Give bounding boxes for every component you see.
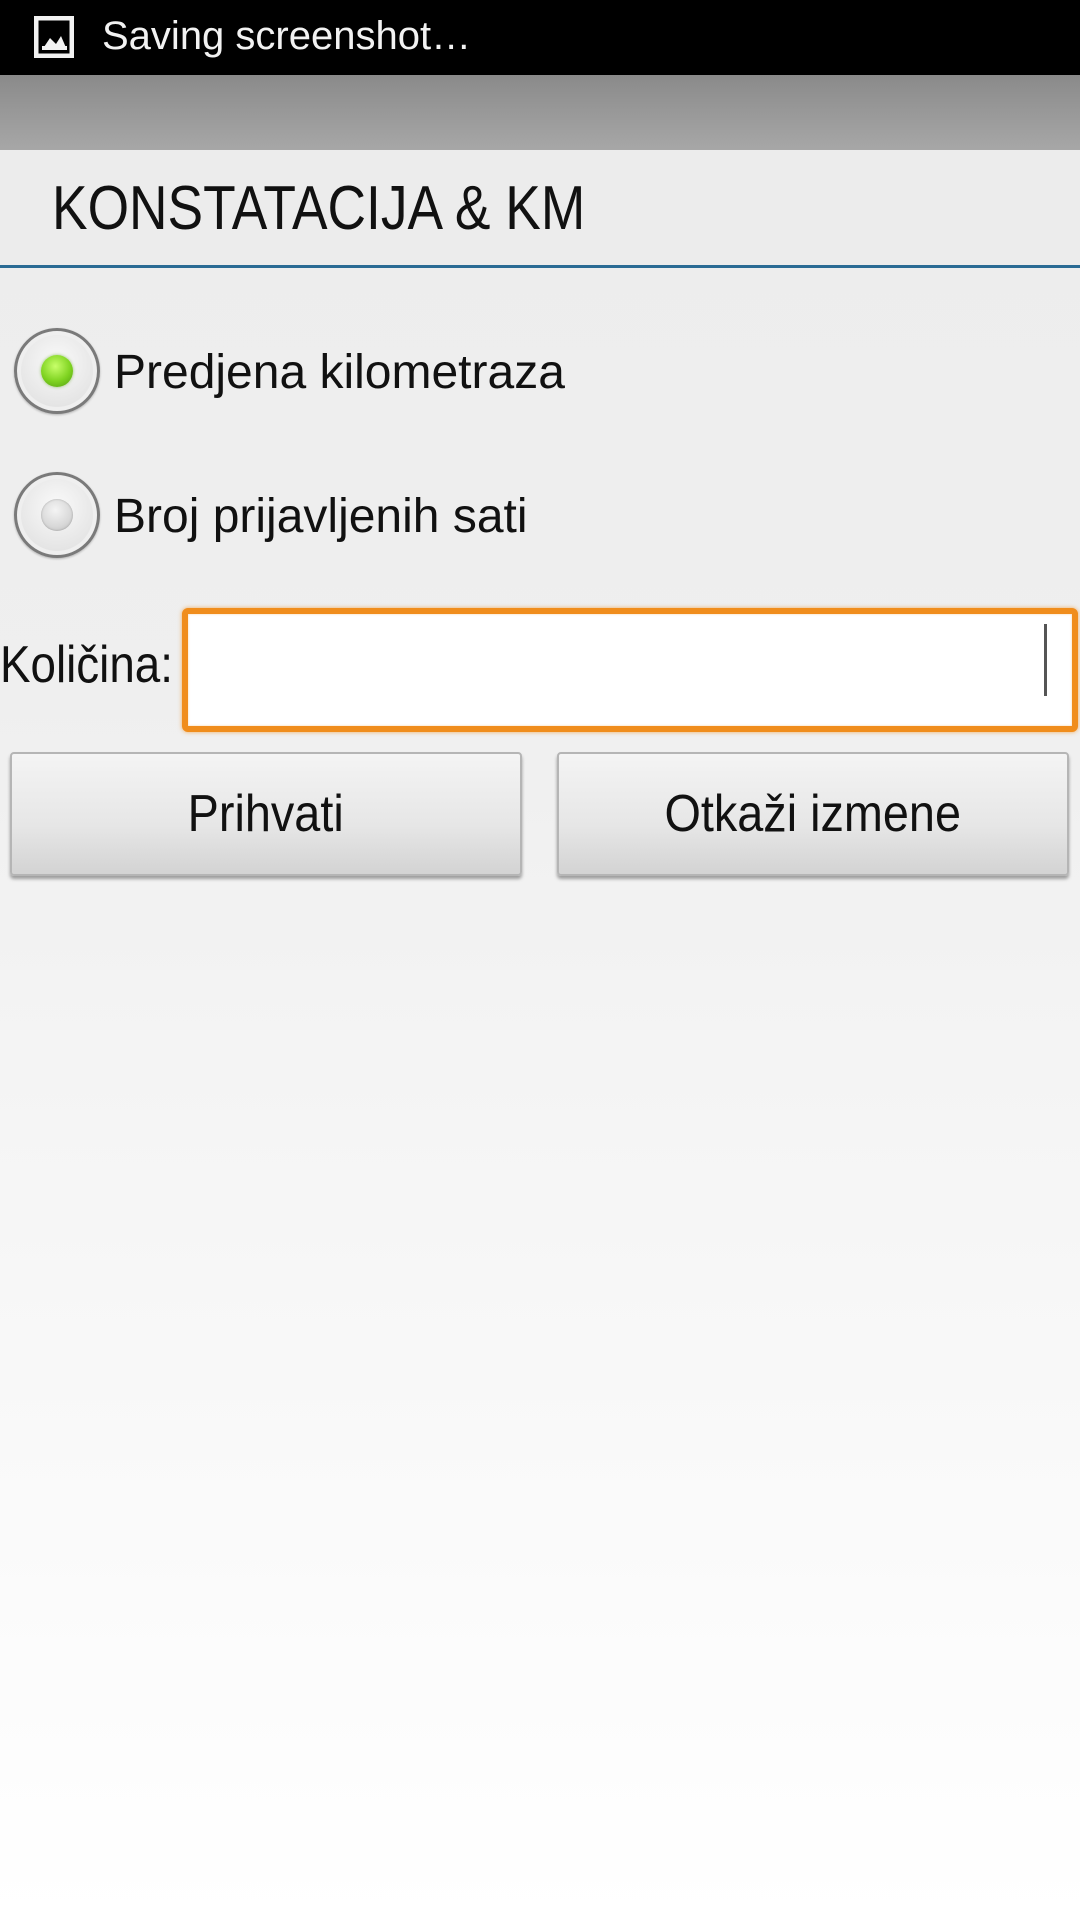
quantity-input[interactable] [182,608,1078,732]
radio-option-predjena-kilometraza[interactable]: Predjena kilometraza [0,318,1080,428]
quantity-label: Količina: [0,636,173,694]
status-bar: Saving screenshot… [0,0,1080,75]
radio-label[interactable]: Predjena kilometraza [114,318,565,428]
radio-button[interactable] [14,328,100,414]
cancel-changes-button[interactable]: Otkaži izmene [557,752,1069,876]
text-cursor [1044,624,1047,696]
radio-unselected-indicator [41,499,73,531]
radio-selected-indicator [41,355,73,387]
radio-option-broj-prijavljenih-sati[interactable]: Broj prijavljenih sati [0,462,1080,572]
status-notification-text: Saving screenshot… [102,14,472,58]
dialog-header: KONSTATACIJA & KM [0,150,1080,268]
radio-label[interactable]: Broj prijavljenih sati [114,462,528,572]
accept-button[interactable]: Prihvati [10,752,522,876]
cancel-button-label: Otkaži izmene [664,785,962,843]
window-title-strip [0,75,1080,150]
dialog-title: KONSTATACIJA & KM [52,174,586,243]
image-icon [34,16,74,58]
radio-button[interactable] [14,472,100,558]
accept-button-label: Prihvati [187,785,345,843]
